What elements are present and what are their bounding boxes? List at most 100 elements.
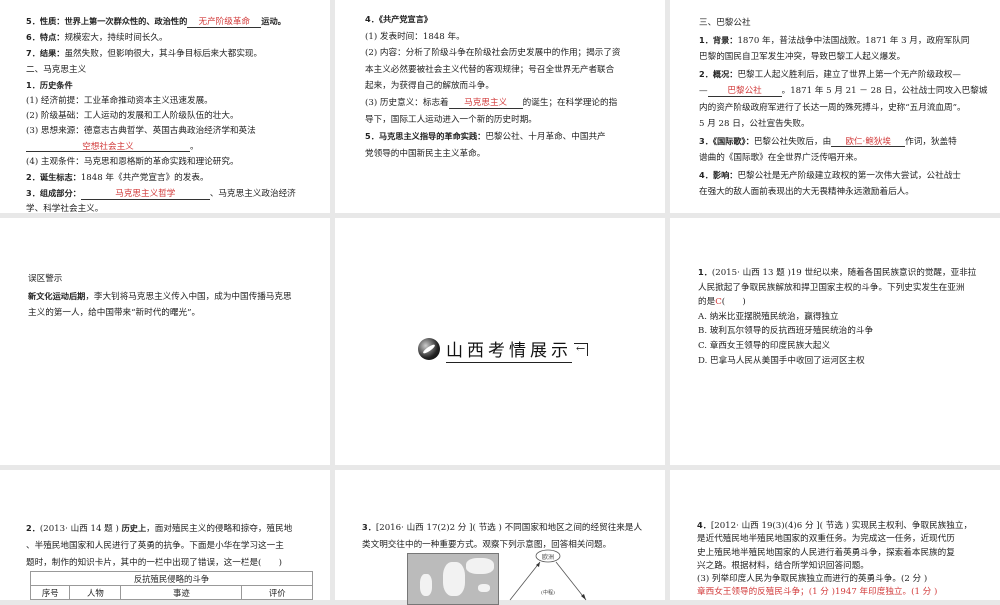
body-text: 人民掀起了争取民族解放和捍卫国家主权的斗争。下列史实发生在亚洲 [698,282,965,293]
section-heading: 三、巴黎公社 [699,18,751,28]
table-header: 人物 [69,585,122,600]
body-text: 1870 年，普法战争中法国战败。1871 年 3 月，政府军队同 [737,35,970,46]
body-text: 1848 年《共产党宣言》的发表。 [80,173,209,184]
answer-text: C [715,297,722,308]
answer-blank: 无产阶级革命 [187,18,262,28]
body-text: 的是 [698,297,716,308]
text-line: 误区警示 [28,271,292,288]
text-line: (4) 主观条件：马克思和恩格斯的革命实践和理论研究。 [26,155,296,170]
text-line: 史上殖民地半殖民地国家的人民进行着英勇斗争，探索着本民族的复 [697,547,972,560]
answer-blank: 马克思主义 [448,99,523,109]
slide-2[interactable]: 4．《共产党宣言》 (1) 发表时间：1848 年。 (2) 内容：分析了阶级斗争在… [335,0,665,213]
body-text: 规模宏大，持续时间长久。 [64,33,168,44]
slide-4[interactable]: 误区警示 新文化运动后期，李大钊将马克思主义传入中国，成为中国传播马克思 主义的第一… [0,218,330,465]
body-text: 学、科学社会主义。 [26,204,104,213]
body-text: 巴黎的国民自卫军发生冲突，导致巴黎工人起义爆发。 [699,52,906,62]
bold-label: 1．历史条件 [26,79,73,90]
slide-7-text: 2．(2013· 山西 14 题 ) 历史上，面对殖民主义的侵略和掠夺，殖民地、… [26,520,292,572]
answer-blank: 巴黎公社 [707,87,782,97]
text-line: (2) 内容：分析了阶级斗争在阶级社会历史发展中的作用；揭示了资 [365,45,621,62]
slide-6[interactable]: 1．(2015· 山西 13 题 )19 世纪以来，随着各国民族意识的觉醒，亚非… [670,218,1000,465]
text-line: (1) 经济前提：工业革命推动资本主义迅速发展。 [26,94,296,109]
text-line: 兴之路。根据材料，结合所学知识回答问题。 [697,560,972,573]
body-text: (3) 列举印度人民为争取民族独立而进行的英勇斗争。(2 分 ) [697,574,928,585]
body-text: 党领导的中国新民主主义革命。 [365,148,486,159]
center-label: (中程) [541,589,555,596]
body-text: (1) 发表时间：1848 年。 [365,31,465,42]
text-line: D. 巴拿马人民从美国手中收回了运河区主权 [698,354,976,369]
arrow-left-icon: ← [574,342,589,356]
slide-4-text: 误区警示 新文化运动后期，李大钊将马克思主义传入中国，成为中国传播马克思 主义的第一… [28,271,292,322]
section-heading: 误区警示 [28,274,63,284]
body-text: 虽然失败，但影响很大，其斗争目标后来大都实现。 [64,49,263,60]
body-text: (1) 经济前提：工业革命推动资本主义迅速发展。 [26,96,213,107]
body-text: (2) 内容：分析了阶级斗争在阶级社会历史发展中的作用；揭示了资 [365,48,621,59]
text-line: 人民掀起了争取民族解放和捍卫国家主权的斗争。下列史实发生在亚洲 [698,281,976,296]
text-line: 二、马克思主义 [26,63,296,78]
bold-label: 5．性质：世界上第一次群众性的、政治性的 [26,16,188,26]
europe-label: 欧洲 [542,553,554,561]
slide-3[interactable]: 三、巴黎公社 1．背景：1870 年，普法战争中法国战败。1871 年 3 月，政… [670,0,1000,213]
table-header: 评价 [241,585,313,600]
bold-label: 2．诞生标志： [26,172,81,183]
text-line: 6．特点：规模宏大，持续时间长久。 [26,30,296,46]
text-line: 、半殖民地国家和人民进行了英勇的抗争。下面是小华在学习这一主 [26,538,292,555]
bold-label: 3． [362,522,376,532]
bold-label: 新文化运动后期 [28,290,86,301]
text-line: 3．组成部分： 马克思主义哲学 、马克思主义政治经济 [26,186,296,202]
body-text: — [699,86,708,96]
text-line: (1) 发表时间：1848 年。 [365,29,621,46]
text-line: 1．背景：1870 年，普法战争中法国战败。1871 年 3 月，政府军队同 [699,32,987,50]
logo-icon [418,338,440,360]
text-line: 新文化运动后期，李大钊将马克思主义传入中国，成为中国传播马克思 [28,288,292,306]
text-line: 2．诞生标志：1848 年《共产党宣言》的发表。 [26,170,296,186]
slide-6-text: 1．(2015· 山西 13 题 )19 世纪以来，随着各国民族意识的觉醒，亚非… [698,265,976,368]
body-text: 、马克思主义政治经济 [209,189,296,200]
text-line: 4．[2012· 山西 19(3)(4)6 分 ]( 节选 ) 实现民主权利、争… [697,519,972,533]
slide-9[interactable]: 4．[2012· 山西 19(3)(4)6 分 ]( 节选 ) 实现民主权利、争… [670,470,1000,600]
text-line: 题时，制作的知识卡片，其中的一栏中出现了错误，这一栏是( ) [26,555,292,572]
bold-label: 5．马克思主义指导的革命实践： [365,131,486,142]
slide-9-text: 4．[2012· 山西 19(3)(4)6 分 ]( 节选 ) 实现民主权利、争… [697,519,972,600]
text-line: B. 玻利瓦尔领导的反抗西班牙殖民统治的斗争 [698,324,976,339]
slide-1-text: 5．性质：世界上第一次群众性的、政治性的 无产阶级革命 运动。 6．特点：规模宏大，持… [26,14,296,213]
text-line: (3) 历史意义：标志着 马克思主义 的诞生；在科学理论的指 [365,95,621,112]
bold-label: 3．《国际歌》： [699,135,754,146]
body-text: 。 [190,141,199,152]
text-line: 4．影响：巴黎公社是无产阶级建立政权的第一次伟大尝试，公社战士 [699,167,987,185]
bold-label: 3．组成部分： [26,188,81,199]
text-line: 是近代殖民地半殖民地国家的双重任务。为完成这一任务，近现代历 [697,533,972,546]
body-text: ( ) [721,297,746,308]
text-line: 党领导的中国新民主主义革命。 [365,146,621,163]
bold-label: 4． [697,520,711,530]
body-text: [2016· 山西 17(2)2 分 ]( 节选 ) 不同国家和地区之间的经贸往… [375,523,643,533]
bold-label: 1． [698,267,712,277]
text-line: 三、巴黎公社 [699,15,987,32]
body-text: 巴黎公社失败后，由 [753,136,832,147]
body-text: 是近代殖民地半殖民地国家的双重任务。为完成这一任务，近现代历 [697,534,955,545]
body-text: 题时，制作的知识卡片，其中的一栏中出现了错误，这一栏是 [26,558,259,568]
bold-label: 历史上 [121,523,147,533]
body-text: 作词，狄盖特 [905,136,957,147]
answer-blank: 空想社会主义 [26,142,190,153]
section-title: 山西考情展示 ← [418,338,589,363]
body-text: 史上殖民地半殖民地国家的人民进行着英勇斗争，探索着本民族的复 [697,547,955,558]
text-line: 3．[2016· 山西 17(2)2 分 ]( 节选 ) 不同国家和地区之间的经… [362,519,642,537]
bold-label: 1．背景： [699,34,738,45]
body-text: [2012· 山西 19(3)(4)6 分 ]( 节选 ) 实现民主权利、争取民… [710,521,973,531]
body-text: 兴之路。根据材料，结合所学知识回答问题。 [697,560,869,571]
body-text: ，面对殖民主义的侵略和掠夺，殖民地 [146,524,293,534]
text-line: C. 章西女王领导的印度民族大起义 [698,339,976,354]
slide-1[interactable]: 5．性质：世界上第一次群众性的、政治性的 无产阶级革命 运动。 6．特点：规模宏大，持… [0,0,330,213]
body-text: ( ) [258,558,282,568]
text-line: 起来，为获得自己的解放而斗争。 [365,78,621,95]
body-text: 。1871 年 5 月 21 － 28 日，公社战士同攻入巴黎城 [781,86,988,96]
body-text: 导下，国际工人运动进入一个新的历史时期。 [365,114,537,125]
bold-label: 7．结果： [26,48,65,59]
body-text: (2) 阶级基础：工人运动的发展和工人阶级队伍的壮大。 [26,111,239,122]
body-text: (2013· 山西 14 题 ) [39,524,122,534]
bold-label: 2． [26,523,40,533]
text-line: 谱曲的《国际歌》在全世界广泛传唱开来。 [699,150,987,167]
text-line: 5．性质：世界上第一次群众性的、政治性的 无产阶级革命 运动。 [26,14,296,30]
text-line: 4．《共产党宣言》 [365,11,621,29]
